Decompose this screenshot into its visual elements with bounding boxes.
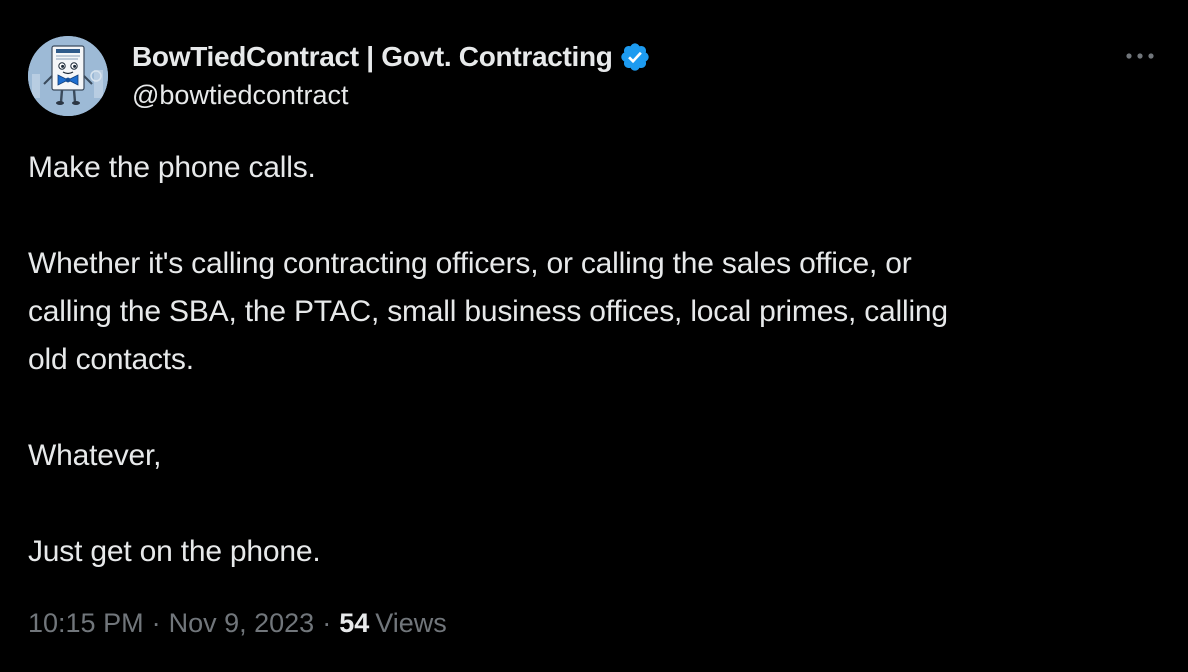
tweet-paragraph: Whether it's calling contracting officer…: [28, 247, 948, 376]
views-label: Views: [375, 608, 447, 638]
verified-badge-icon[interactable]: [619, 41, 651, 73]
tweet-paragraph: Just get on the phone.: [28, 535, 321, 568]
bowtie-contract-mascot-icon: [28, 36, 108, 116]
author-avatar[interactable]: [28, 36, 108, 116]
tweet-card: BowTiedContract | Govt. Contracting @bow…: [0, 0, 1188, 672]
tweet-time[interactable]: 10:15 PM: [28, 608, 144, 639]
meta-separator: ·: [151, 608, 161, 638]
author-name-row: BowTiedContract | Govt. Contracting: [132, 40, 651, 74]
tweet-date[interactable]: Nov 9, 2023: [169, 608, 315, 639]
views-count: 54: [339, 608, 370, 638]
tweet-text: Make the phone calls. Whether it's calli…: [28, 144, 1148, 576]
tweet-paragraph: Make the phone calls.: [28, 151, 316, 184]
author-handle[interactable]: @bowtiedcontract: [132, 80, 349, 111]
tweet-paragraph: Whatever,: [28, 439, 162, 472]
more-options-button[interactable]: [1120, 40, 1160, 72]
meta-separator: ·: [322, 608, 332, 638]
more-options-icon: [1126, 53, 1154, 59]
tweet-meta: 10:15 PM · Nov 9, 2023 · 54 Views: [28, 608, 447, 639]
author-display-name[interactable]: BowTiedContract | Govt. Contracting: [132, 41, 613, 73]
